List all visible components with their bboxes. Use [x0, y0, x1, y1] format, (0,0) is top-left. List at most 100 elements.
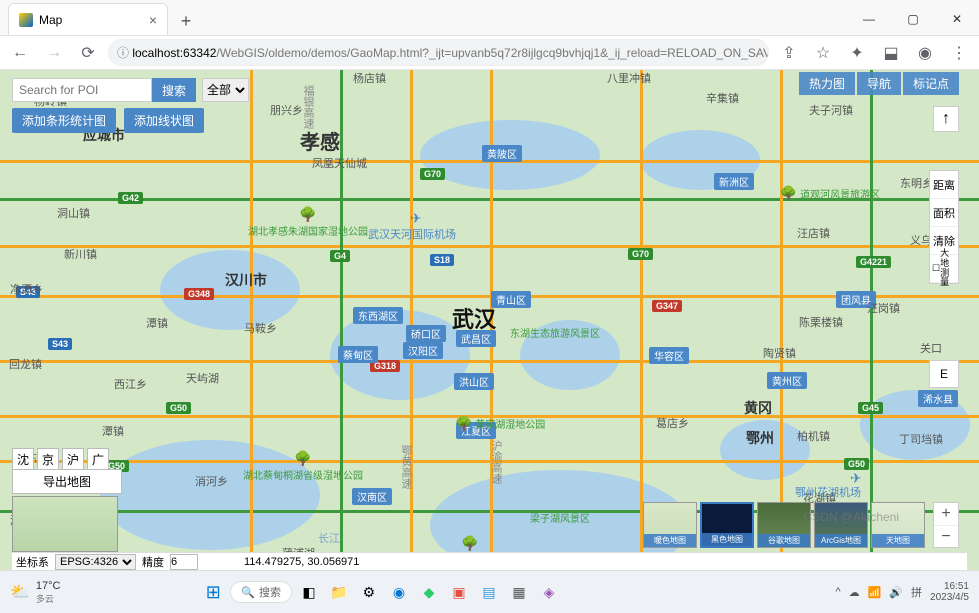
- taskbar-center: ⊞ 🔍 搜索 ◧ 📁 ⚙ ◉ ◆ ▣ ▤ ▦ ◈: [200, 579, 562, 605]
- t-taoxian: 陶贤镇: [763, 345, 796, 361]
- extensions-icon[interactable]: ✦: [843, 39, 871, 67]
- wifi-icon[interactable]: 📶: [868, 586, 882, 599]
- city-shanghai[interactable]: 沪: [62, 448, 84, 470]
- dist-qiaokou: 硚口区: [406, 325, 446, 342]
- windows-taskbar: ⛅ 17°C 多云 ⊞ 🔍 搜索 ◧ 📁 ⚙ ◉ ◆ ▣ ▤ ▦ ◈ ^ ☁ 📶…: [0, 570, 979, 613]
- app2-icon[interactable]: ▣: [446, 579, 472, 605]
- zoom-out-button[interactable]: −: [934, 525, 958, 547]
- basemap-tianditu[interactable]: 天地图: [871, 502, 925, 548]
- ehu: 鄂黄高速: [398, 445, 414, 489]
- poi-daoguan: 🌳 道观河风景旅游区: [770, 185, 890, 202]
- app3-icon[interactable]: ▤: [476, 579, 502, 605]
- settings-icon[interactable]: ⚙: [356, 579, 382, 605]
- t-huilong: 回龙镇: [9, 356, 42, 372]
- tool-geodesic-checkbox[interactable]: ☐大地测量: [930, 255, 958, 283]
- explorer-icon[interactable]: 📁: [326, 579, 352, 605]
- ime-icon[interactable]: 拼: [911, 584, 922, 600]
- tool-east[interactable]: E: [929, 360, 959, 388]
- search-button[interactable]: 搜索: [152, 78, 196, 102]
- tab-markers[interactable]: 标记点: [903, 72, 959, 95]
- hwy-g50: G50: [166, 402, 191, 414]
- basemap-dark[interactable]: 黑色地图: [700, 502, 754, 548]
- search-box: 搜索 全部: [12, 78, 249, 102]
- volume-icon[interactable]: 🔊: [889, 586, 903, 599]
- taskbar-search[interactable]: 🔍 搜索: [230, 581, 292, 603]
- dist-huangpi: 黄陂区: [482, 145, 522, 162]
- dist-hongshan: 洪山区: [454, 373, 494, 390]
- city-beijing[interactable]: 京: [37, 448, 59, 470]
- tree-icon: 🌳: [780, 185, 797, 201]
- tab-heatmap[interactable]: 热力图: [799, 72, 855, 95]
- dist-caidian: 蔡甸区: [338, 346, 378, 363]
- add-bar-chart-button[interactable]: 添加条形统计图: [12, 108, 116, 133]
- url-field[interactable]: ⓘ localhost:63342/WebGIS/oldemo/demos/Ga…: [108, 39, 769, 66]
- poi-liangzi: 梁子湖风景区: [515, 510, 605, 525]
- overview-minimap[interactable]: [12, 496, 118, 552]
- t-fuzi: 夫子河镇: [809, 102, 853, 118]
- start-button[interactable]: ⊞: [200, 579, 226, 605]
- tree-icon: 🌳: [294, 450, 311, 466]
- tab-navigation[interactable]: 导航: [857, 72, 901, 95]
- mouse-coords: 114.479275, 30.056971: [244, 556, 359, 568]
- t-wanggang: 汪岗镇: [867, 300, 900, 316]
- basemap-arcgis[interactable]: ArcGis地图: [814, 502, 868, 548]
- add-line-chart-button[interactable]: 添加线状图: [124, 108, 204, 133]
- reload-button[interactable]: ⟳: [74, 39, 102, 67]
- airplane-icon: ✈: [410, 210, 422, 227]
- close-window-button[interactable]: ✕: [935, 3, 979, 35]
- back-button[interactable]: ←: [6, 39, 34, 67]
- t-fenghuang: 凤凰天仙城: [312, 155, 367, 171]
- share-icon[interactable]: ⇪: [775, 39, 803, 67]
- search-input[interactable]: [12, 78, 152, 102]
- tool-distance[interactable]: 距离: [930, 171, 958, 199]
- precision-input[interactable]: [170, 554, 198, 570]
- system-tray[interactable]: ^ ☁ 📶 🔊 拼 16:51 2023/4/5: [835, 581, 969, 603]
- menu-icon[interactable]: ⋮: [945, 39, 973, 67]
- edge-icon[interactable]: ◉: [386, 579, 412, 605]
- city-guangzhou[interactable]: 广: [87, 448, 109, 470]
- t-matan2: 潭镇: [146, 315, 168, 331]
- category-select[interactable]: 全部: [202, 78, 249, 102]
- task-view-icon[interactable]: ◧: [296, 579, 322, 605]
- export-map-button[interactable]: 导出地图: [12, 469, 122, 494]
- tool-area[interactable]: 面积: [930, 199, 958, 227]
- profile-icon[interactable]: ◉: [911, 39, 939, 67]
- app5-icon[interactable]: ◈: [536, 579, 562, 605]
- city-hanchuan: 汉川市: [225, 270, 267, 290]
- dist-huangzhou: 黄州区: [767, 372, 807, 389]
- dist-hanyang: 汉阳区: [403, 342, 443, 359]
- t-matan: 马鞍乡: [244, 320, 277, 336]
- new-tab-button[interactable]: +: [172, 7, 200, 35]
- browser-tab[interactable]: Map ×: [8, 3, 168, 35]
- poi-ehuahu: 鄂州花湖机场: [795, 484, 861, 500]
- fuyin: 福银高速: [300, 85, 316, 129]
- t-balichong: 八里冲镇: [607, 70, 651, 86]
- t-gedian: 葛店乡: [656, 415, 689, 431]
- downloads-icon[interactable]: ⬓: [877, 39, 905, 67]
- url-host: localhost: [132, 46, 179, 60]
- sun-icon: ⛅: [10, 582, 30, 602]
- zoom-in-button[interactable]: +: [934, 503, 958, 525]
- app-icon[interactable]: ◆: [416, 579, 442, 605]
- tree-icon: 🌳: [299, 206, 316, 222]
- city-shortcuts: 沈 京 沪 广: [12, 448, 109, 470]
- north-arrow[interactable]: ↑: [933, 106, 959, 132]
- basemap-google[interactable]: 谷歌地图: [757, 502, 811, 548]
- weather-widget[interactable]: ⛅ 17°C 多云: [10, 580, 61, 605]
- close-tab-icon[interactable]: ×: [149, 12, 157, 28]
- tray-chevron-icon[interactable]: ^: [835, 586, 840, 598]
- hwy-g70: G70: [420, 168, 445, 180]
- crs-select[interactable]: EPSG:4326: [55, 554, 136, 570]
- maximize-button[interactable]: ▢: [891, 3, 935, 35]
- app4-icon[interactable]: ▦: [506, 579, 532, 605]
- minimize-button[interactable]: —: [847, 3, 891, 35]
- forward-button[interactable]: →: [40, 39, 68, 67]
- city-shenyang[interactable]: 沈: [12, 448, 34, 470]
- window-buttons: — ▢ ✕: [847, 3, 979, 35]
- basemap-warm[interactable]: 暖色地图: [643, 502, 697, 548]
- t-xijiang: 西江乡: [114, 376, 147, 392]
- favorite-icon[interactable]: ☆: [809, 39, 837, 67]
- t-tongshan: 洞山镇: [57, 205, 90, 221]
- onedrive-icon[interactable]: ☁: [849, 586, 860, 599]
- map-canvas[interactable]: G42 G70 G4 G70 G4221 G50 G45 G50 G50 G04…: [0, 70, 979, 570]
